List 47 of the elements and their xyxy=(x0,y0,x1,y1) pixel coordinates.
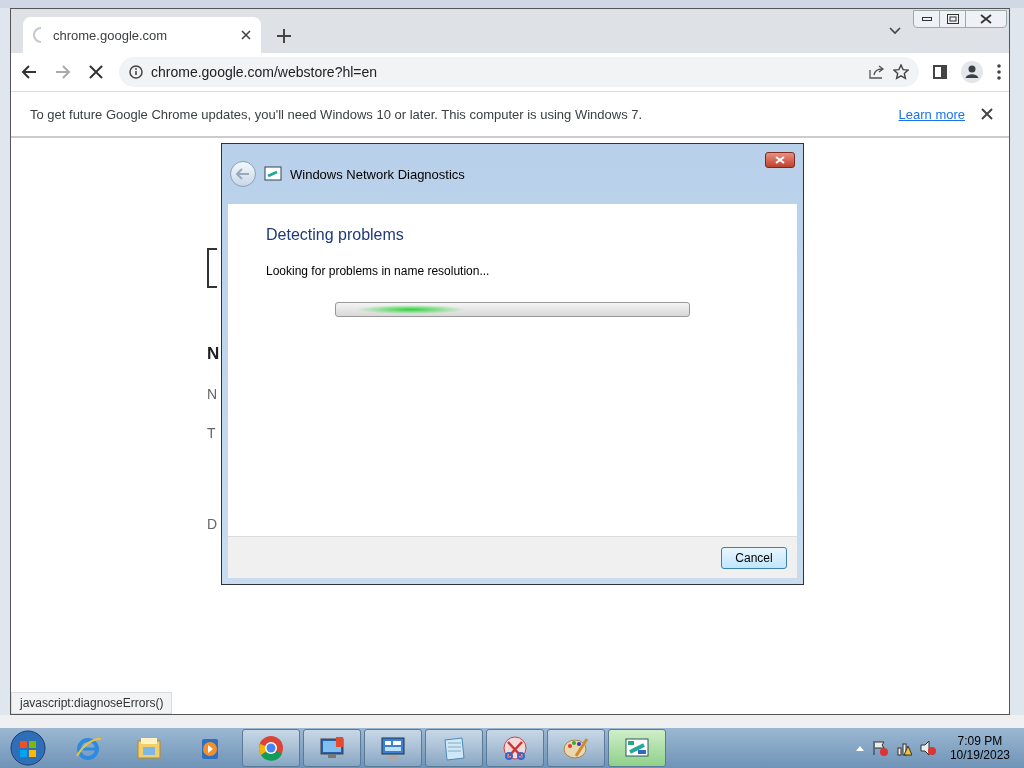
close-icon[interactable] xyxy=(980,14,992,24)
clock-date: 10/19/2023 xyxy=(949,748,1010,762)
speaker-muted-icon[interactable] xyxy=(919,740,936,756)
browser-tab[interactable]: chrome.google.com xyxy=(23,17,261,53)
taskbar-app[interactable] xyxy=(364,729,422,767)
taskbar-app[interactable] xyxy=(425,729,483,767)
star-icon[interactable] xyxy=(893,64,909,80)
profile-icon[interactable] xyxy=(961,61,983,83)
info-icon[interactable] xyxy=(129,65,143,79)
status-message: Looking for problems in name resolution... xyxy=(266,264,491,278)
page-text: N xyxy=(207,344,221,364)
cancel-button[interactable]: Cancel xyxy=(721,546,787,569)
minimize-icon[interactable] xyxy=(921,17,932,21)
restore-icon[interactable] xyxy=(946,14,959,24)
taskbar-app[interactable] xyxy=(486,729,544,767)
address-bar[interactable]: chrome.google.com/webstore?hl=en xyxy=(119,57,919,87)
plus-icon[interactable] xyxy=(277,29,291,43)
side-panel-icon[interactable] xyxy=(933,65,947,79)
page-text: D xyxy=(207,516,219,532)
network-diagnostics-icon xyxy=(264,166,282,182)
start-button[interactable] xyxy=(8,729,48,767)
close-icon[interactable] xyxy=(241,30,251,40)
learn-more-link[interactable]: Learn more xyxy=(898,106,965,122)
page-outline-box xyxy=(207,248,217,288)
flag-icon[interactable] xyxy=(871,740,888,756)
tab-title: chrome.google.com xyxy=(53,27,169,43)
caret-up-icon[interactable] xyxy=(855,745,864,751)
page-text: N xyxy=(207,386,219,402)
taskbar-app[interactable] xyxy=(303,729,361,767)
chrome-icon[interactable] xyxy=(257,734,285,762)
taskbar-app[interactable] xyxy=(242,729,300,767)
dialog-title: Windows Network Diagnostics xyxy=(290,166,465,182)
control-panel-icon[interactable] xyxy=(379,734,407,762)
scissors-icon[interactable] xyxy=(501,734,529,762)
close-icon[interactable] xyxy=(981,108,993,120)
chevron-down-icon[interactable] xyxy=(889,27,901,35)
dialog-heading: Detecting problems xyxy=(266,226,405,244)
network-icon[interactable] xyxy=(895,740,912,756)
update-message: To get future Google Chrome updates, you'll need Windows 10 or later. This computer is using Windows 7. xyxy=(30,106,644,122)
close-button[interactable] xyxy=(765,152,795,168)
taskbar-app[interactable] xyxy=(547,729,605,767)
taskbar-app[interactable] xyxy=(608,729,666,767)
page-text: T xyxy=(207,425,217,441)
menu-icon[interactable] xyxy=(997,64,1001,80)
share-icon[interactable] xyxy=(869,65,885,79)
status-url: javascript:diagnoseErrors() xyxy=(11,692,173,714)
clock-time: 7:09 PM xyxy=(957,734,1003,748)
